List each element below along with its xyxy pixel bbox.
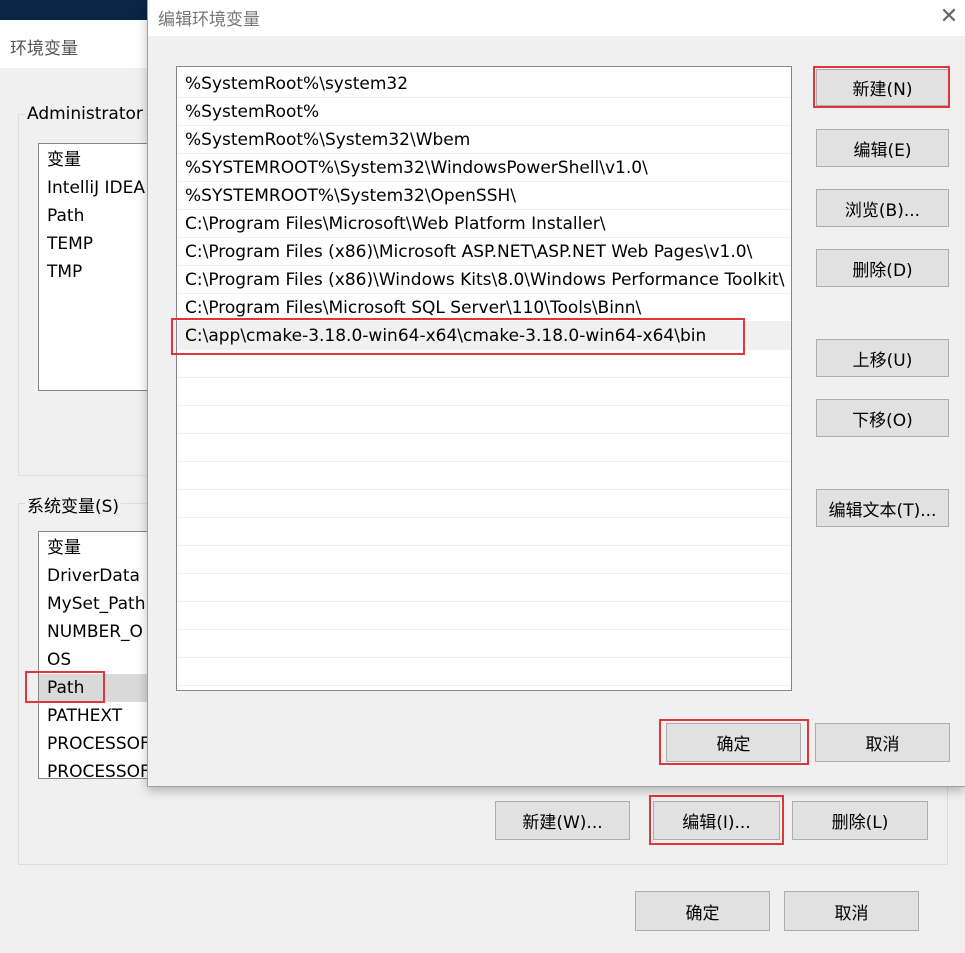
list-item[interactable]: IntelliJ IDEA xyxy=(47,174,145,202)
system-variables-list[interactable]: 变量 DriverData MySet_Path NUMBER_O OS Pat… xyxy=(38,531,148,779)
edit-env-dialog: 编辑环境变量 ✕ %SystemRoot%\system32 %SystemRo… xyxy=(147,0,965,787)
path-entry-empty[interactable] xyxy=(177,406,791,434)
path-entries-list[interactable]: %SystemRoot%\system32 %SystemRoot% %Syst… xyxy=(176,66,792,691)
list-item[interactable]: TEMP xyxy=(47,230,93,258)
path-entry[interactable]: %SystemRoot%\System32\Wbem xyxy=(177,126,791,154)
user-variables-list[interactable]: 变量 IntelliJ IDEA Path TEMP TMP xyxy=(38,143,148,391)
env-dialog-title: 环境变量 xyxy=(10,39,78,59)
edit-dialog-title: 编辑环境变量 xyxy=(158,10,260,30)
path-entry-empty[interactable] xyxy=(177,490,791,518)
list-item[interactable]: MySet_Path xyxy=(47,590,146,618)
list-item[interactable]: PROCESSOF xyxy=(47,730,147,758)
edit-path-button[interactable]: 编辑(E) xyxy=(816,129,949,167)
path-entry-empty[interactable] xyxy=(177,518,791,546)
list-item[interactable]: Path xyxy=(47,202,84,230)
path-entry[interactable]: C:\Program Files (x86)\Microsoft ASP.NET… xyxy=(177,238,791,266)
list-item[interactable]: DriverData xyxy=(47,562,140,590)
path-entry[interactable]: C:\Program Files\Microsoft\Web Platform … xyxy=(177,210,791,238)
path-entry-empty[interactable] xyxy=(177,378,791,406)
browse-button[interactable]: 浏览(B)... xyxy=(816,189,949,227)
edit-text-button[interactable]: 编辑文本(T)... xyxy=(816,489,949,527)
path-entry-empty[interactable] xyxy=(177,630,791,658)
path-entry[interactable]: %SYSTEMROOT%\System32\OpenSSH\ xyxy=(177,182,791,210)
system-list-header-variable[interactable]: 变量 xyxy=(47,534,81,562)
path-entry[interactable]: %SystemRoot%\system32 xyxy=(177,70,791,98)
path-entry-cmake-selected[interactable]: C:\app\cmake-3.18.0-win64-x64\cmake-3.18… xyxy=(177,322,791,350)
move-up-button[interactable]: 上移(U) xyxy=(816,339,949,377)
env-cancel-button[interactable]: 取消 xyxy=(784,891,919,931)
list-item-path-selected[interactable]: Path xyxy=(39,674,147,702)
system-new-button[interactable]: 新建(W)... xyxy=(495,801,630,840)
system-delete-button[interactable]: 删除(L) xyxy=(792,801,928,840)
env-ok-button[interactable]: 确定 xyxy=(635,891,770,931)
path-entry-empty[interactable] xyxy=(177,602,791,630)
user-list-header-variable[interactable]: 变量 xyxy=(47,146,81,174)
path-entry[interactable]: %SYSTEMROOT%\System32\WindowsPowerShell\… xyxy=(177,154,791,182)
path-entry-empty[interactable] xyxy=(177,546,791,574)
path-entry-empty[interactable] xyxy=(177,574,791,602)
list-item[interactable]: PROCESSOF xyxy=(47,758,147,778)
path-entry-empty[interactable] xyxy=(177,462,791,490)
path-entry[interactable]: C:\Program Files (x86)\Windows Kits\8.0\… xyxy=(177,266,791,294)
edit-dialog-titlebar xyxy=(148,0,965,36)
path-entry[interactable]: C:\Program Files\Microsoft SQL Server\11… xyxy=(177,294,791,322)
system-variables-label: 系统变量(S) xyxy=(25,492,122,517)
path-entry-empty[interactable] xyxy=(177,434,791,462)
list-item[interactable]: TMP xyxy=(47,258,82,286)
path-entry-empty[interactable] xyxy=(177,658,791,686)
edit-cancel-button[interactable]: 取消 xyxy=(815,723,950,762)
list-item[interactable]: NUMBER_O xyxy=(47,618,143,646)
user-variables-label: Administrator xyxy=(25,104,145,124)
close-icon[interactable]: ✕ xyxy=(934,2,964,30)
list-item[interactable]: PATHEXT xyxy=(47,702,122,730)
new-path-button[interactable]: 新建(N) xyxy=(816,69,949,106)
path-entry-empty[interactable] xyxy=(177,350,791,378)
move-down-button[interactable]: 下移(O) xyxy=(816,399,949,437)
delete-path-button[interactable]: 删除(D) xyxy=(816,249,949,287)
list-item[interactable]: OS xyxy=(47,646,71,674)
system-edit-button[interactable]: 编辑(I)... xyxy=(653,801,780,840)
path-entry[interactable]: %SystemRoot% xyxy=(177,98,791,126)
edit-ok-button[interactable]: 确定 xyxy=(666,723,801,762)
